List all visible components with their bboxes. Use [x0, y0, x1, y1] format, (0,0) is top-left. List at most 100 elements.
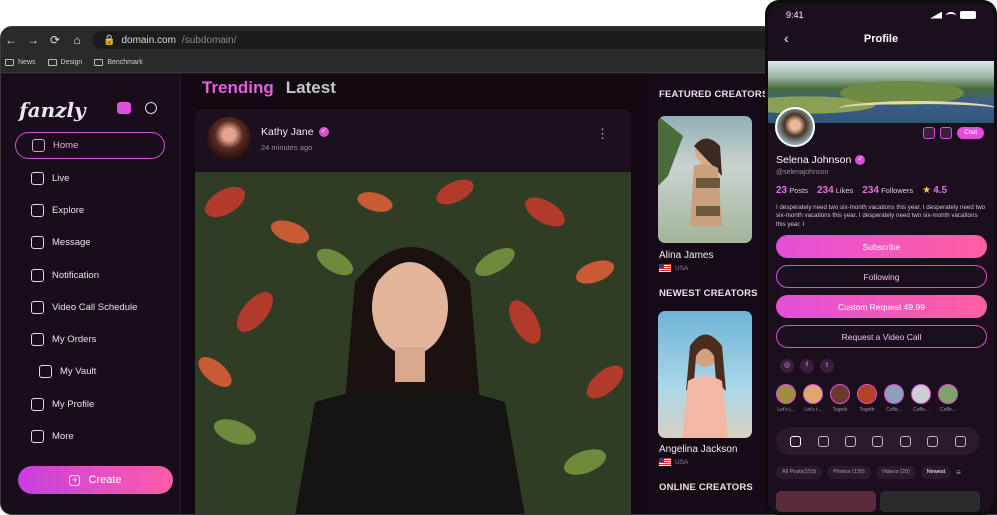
posts-label: Posts — [789, 186, 808, 195]
story-item[interactable]: Coffe... — [938, 384, 958, 413]
facebook-icon[interactable]: f — [800, 359, 814, 373]
filter-all-posts[interactable]: All Posts(153) — [776, 466, 823, 479]
profile-bio: I desperately need two six-month vacatio… — [776, 204, 986, 228]
sidebar-item-my-orders[interactable]: My Orders — [15, 323, 165, 355]
sidebar-item-my-vault[interactable]: My Vault — [15, 356, 165, 388]
bookmark-benchmark[interactable]: Benchmark — [94, 59, 143, 66]
chat-button[interactable]: Chat — [957, 127, 984, 139]
creator-card-newest[interactable] — [658, 311, 752, 438]
sidebar-item-my-profile[interactable]: My Profile — [15, 388, 165, 420]
home-icon[interactable]: ⌂ — [71, 33, 83, 47]
creator-name[interactable]: Angelina Jackson — [659, 444, 737, 455]
page-title: Profile — [863, 33, 899, 45]
video-call-request-button[interactable]: Request a Video Call — [776, 325, 987, 348]
story-item[interactable]: Togeth — [830, 384, 850, 413]
bag-icon[interactable] — [954, 435, 966, 447]
followers-label: Followers — [881, 186, 914, 195]
rating-value: 4.5 — [933, 185, 948, 196]
sidebar-item-home[interactable]: Home — [15, 132, 165, 159]
following-button[interactable]: Following — [776, 265, 987, 288]
tag-icon[interactable] — [927, 435, 939, 447]
post-filters: All Posts(153) Photos (135) Videos (20) … — [776, 466, 961, 479]
profile-name: Selena Johnson — [776, 154, 852, 166]
sort-newest[interactable]: Newest — [920, 466, 952, 479]
home-icon — [32, 139, 45, 152]
post-image[interactable] — [195, 172, 631, 514]
avatar[interactable] — [207, 117, 251, 161]
location-label: USA — [675, 458, 689, 466]
grid-post[interactable] — [880, 491, 980, 512]
sidebar-item-more[interactable]: More — [15, 420, 165, 452]
signal-icon — [930, 11, 942, 19]
folder-icon — [5, 59, 14, 66]
status-bar: 9:41 — [768, 3, 994, 27]
kebab-menu-icon[interactable]: ⋮ — [596, 127, 609, 140]
story-item[interactable]: Coffe... — [911, 384, 931, 413]
story-item[interactable]: Let's t... — [776, 384, 796, 413]
bookmark-news[interactable]: News — [5, 59, 36, 66]
sidebar-item-live[interactable]: Live — [15, 162, 165, 194]
phone-frame: 9:41 ‹ Profile Chat Selena Johnson ✓ @sel… — [765, 0, 997, 515]
feed: Trending Latest Kathy Jane ✓ 24 minutes a… — [181, 74, 647, 514]
phone-screen: 9:41 ‹ Profile Chat Selena Johnson ✓ @sel… — [768, 3, 994, 512]
location-label: USA — [675, 264, 689, 272]
post-author[interactable]: Kathy Jane — [261, 126, 314, 138]
sidebar-item-label: Live — [52, 172, 70, 184]
status-time: 9:41 — [786, 10, 804, 20]
sidebar-item-video-call-schedule[interactable]: Video Call Schedule — [15, 291, 165, 323]
sidebar-item-label: My Orders — [52, 334, 97, 346]
grid-icon[interactable] — [790, 435, 802, 447]
instagram-icon[interactable]: ◎ — [780, 359, 794, 373]
calendar-icon[interactable] — [817, 435, 829, 447]
tab-latest[interactable]: Latest — [286, 78, 336, 98]
story-item[interactable]: Coffe... — [884, 384, 904, 413]
creator-card-featured[interactable] — [658, 116, 752, 243]
live-icon[interactable] — [845, 435, 857, 447]
star-icon: ★ — [922, 185, 932, 196]
story-item[interactable]: Togeth — [857, 384, 877, 413]
instagram-icon[interactable] — [940, 127, 953, 139]
live-icon — [31, 171, 44, 185]
back-arrow-icon[interactable]: ← — [5, 33, 17, 47]
bell-icon — [31, 268, 44, 282]
gift-icon[interactable] — [923, 127, 936, 139]
likes-label: Likes — [835, 186, 854, 195]
sidebar-item-message[interactable]: Message — [15, 227, 165, 259]
lock-icon: 🔒 — [103, 34, 116, 46]
create-label: Create — [88, 474, 122, 486]
subscribe-button[interactable]: Subscribe — [776, 235, 987, 258]
story-item[interactable]: Let's t... — [803, 384, 823, 413]
sun-icon[interactable] — [145, 102, 157, 114]
creators-column: FEATURED CREATORS Alina James USA NEWEST… — [647, 74, 777, 514]
profile-stats: 23 Posts 234 Likes 234 Followers ★ 4.5 — [776, 185, 947, 196]
custom-request-button[interactable]: Custom Request 49.99 — [776, 295, 987, 318]
create-button[interactable]: + Create — [18, 466, 173, 494]
sidebar-item-label: Explore — [52, 204, 85, 216]
clock-icon[interactable] — [872, 435, 884, 447]
sort-icon[interactable]: ≡ — [956, 468, 961, 477]
sidebar: fanzly Home Live Explore Message Notific… — [1, 74, 181, 514]
sidebar-menu: Home Live Explore Message Notification V… — [15, 132, 165, 453]
filter-videos[interactable]: Videos (20) — [875, 466, 916, 479]
video-icon[interactable] — [899, 435, 911, 447]
sidebar-item-label: Video Call Schedule — [52, 301, 138, 313]
grid-post[interactable] — [776, 491, 876, 512]
reload-icon[interactable]: ⟳ — [49, 33, 61, 47]
avatar[interactable] — [775, 107, 815, 147]
creator-name[interactable]: Alina James — [659, 250, 713, 261]
bookmark-label: News — [18, 59, 36, 66]
sidebar-item-notification[interactable]: Notification — [15, 259, 165, 291]
forward-arrow-icon[interactable]: → — [27, 33, 39, 47]
post-grid — [776, 491, 980, 512]
sidebar-item-label: More — [52, 431, 74, 443]
bookmark-design[interactable]: Design — [47, 59, 82, 66]
twitter-icon[interactable]: t — [820, 359, 834, 373]
tab-trending[interactable]: Trending — [202, 78, 274, 98]
sidebar-item-explore[interactable]: Explore — [15, 194, 165, 226]
content-tab-bar — [776, 427, 980, 455]
sidebar-item-label: Notification — [52, 269, 99, 281]
wallet-icon[interactable] — [117, 102, 131, 114]
filter-photos[interactable]: Photos (135) — [827, 466, 871, 479]
address-field[interactable]: 🔒 domain.com/subdomain/ — [93, 31, 833, 49]
battery-icon — [960, 11, 976, 19]
